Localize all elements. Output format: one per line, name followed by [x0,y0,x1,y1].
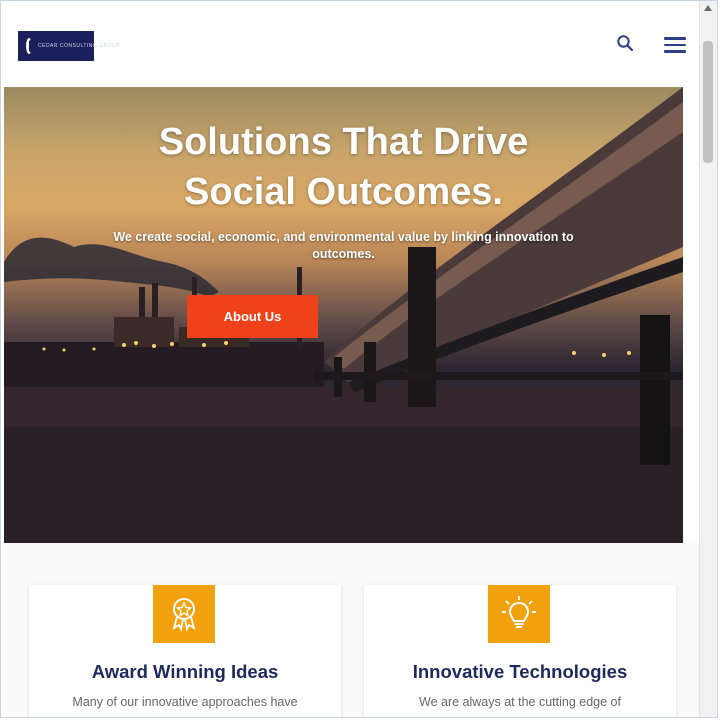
logo-text: CEDAR CONSULTING GROUP [38,43,121,49]
search-icon[interactable] [616,34,634,52]
about-us-button[interactable]: About Us [187,295,318,338]
hamburger-menu-icon[interactable] [664,37,686,53]
hero-subtitle: We create social, economic, and environm… [113,230,574,261]
hero-title-line2: Social Outcomes. [184,171,503,213]
browser-viewport: CEDAR CONSULTING GROUP Solutions That Dr… [0,0,718,718]
logo-mark [26,38,32,54]
hero-banner: Solutions That Drive Social Outcomes. We… [4,87,683,543]
feature-title: Award Winning Ideas [91,661,279,682]
feature-card-innovation: Innovative Technologies We are always at… [363,585,677,717]
hero-title: Solutions That Drive Social Outcomes. [4,117,683,217]
feature-title: Innovative Technologies [412,661,628,682]
scrollbar-thumb[interactable] [703,41,713,163]
feature-text: Many of our innovative approaches have [72,695,298,709]
hero-title-line1: Solutions That Drive [158,121,529,163]
lightbulb-icon [488,585,550,643]
site-header: CEDAR CONSULTING GROUP [4,1,702,87]
site-logo[interactable]: CEDAR CONSULTING GROUP [18,31,120,61]
scroll-up-arrow-icon[interactable] [704,5,712,11]
vertical-scrollbar[interactable] [699,1,717,717]
feature-text: We are always at the cutting edge of [419,695,621,709]
feature-card-award: Award Winning Ideas Many of our innovati… [28,585,342,717]
award-medal-icon [153,585,215,643]
